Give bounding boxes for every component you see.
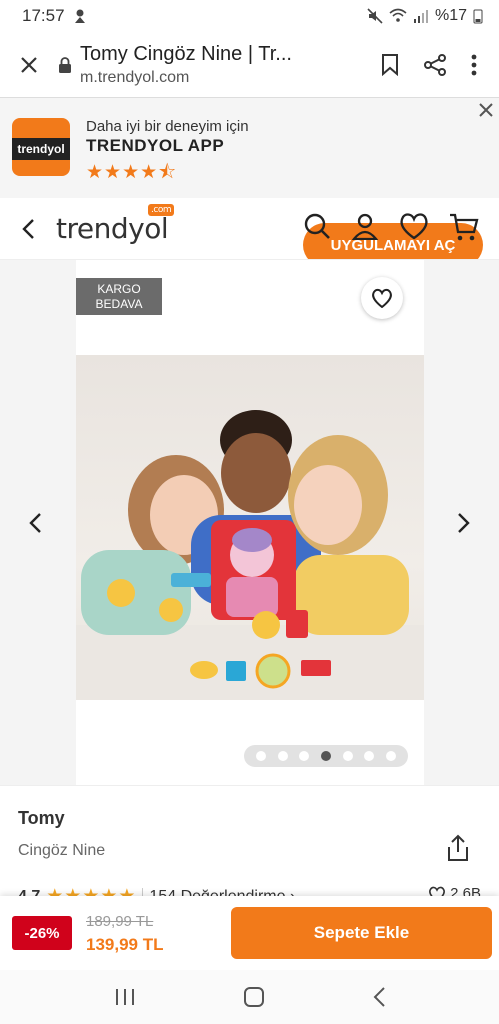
- back-nav-icon[interactable]: [372, 986, 386, 1008]
- address-bar[interactable]: Tomy Cingöz Nine | Tr... m.trendyol.com: [58, 43, 381, 87]
- previous-image-button[interactable]: [28, 512, 42, 539]
- search-icon[interactable]: [303, 212, 331, 240]
- product-brand[interactable]: Tomy: [18, 808, 65, 829]
- share-product-button[interactable]: [447, 834, 469, 867]
- signal-icon: [413, 10, 428, 23]
- battery-percent: %17: [434, 7, 467, 24]
- site-header: trendyol .com: [0, 198, 499, 260]
- wifi-icon: [389, 8, 407, 22]
- favorites-icon[interactable]: [399, 212, 429, 240]
- system-navigation-bar: [0, 970, 499, 1024]
- sale-price: 139,99 TL: [86, 935, 164, 954]
- app-install-banner: trendyol Daha iyi bir deneyim için TREND…: [0, 98, 499, 267]
- heart-icon: [372, 288, 392, 308]
- banner-rating-stars: ★★★★⯪: [86, 162, 178, 183]
- next-image-button[interactable]: [457, 512, 471, 539]
- chevron-left-icon: [22, 218, 34, 239]
- pagination-dot[interactable]: [277, 751, 288, 761]
- banner-subtitle: Daha iyi bir deneyim için: [86, 118, 249, 135]
- recent-apps-icon[interactable]: [114, 988, 136, 1006]
- lock-icon: [59, 56, 71, 73]
- status-time: 17:57: [22, 6, 65, 25]
- account-icon[interactable]: [351, 212, 379, 240]
- pagination-dot[interactable]: [320, 751, 331, 761]
- banner-close-icon[interactable]: [479, 100, 493, 123]
- product-image-frame: [76, 260, 424, 785]
- app-icon: trendyol: [12, 118, 70, 176]
- original-price: 189,99 TL: [86, 913, 154, 930]
- bookmark-icon[interactable]: [381, 53, 399, 76]
- notification-icon: [74, 9, 85, 23]
- close-icon: [21, 56, 37, 73]
- product-info: Tomy Cingöz Nine 4.7 ★★★★★ 154 Değerlend…: [0, 785, 499, 907]
- mute-icon: [367, 8, 383, 24]
- page-title: Tomy Cingöz Nine | Tr...: [80, 42, 292, 65]
- product-image: [76, 355, 424, 700]
- home-icon[interactable]: [243, 986, 265, 1008]
- pagination-dot[interactable]: [299, 751, 310, 761]
- chevron-right-icon: [458, 513, 470, 533]
- product-photo-illustration: [76, 410, 424, 700]
- page-url: m.trendyol.com: [80, 68, 190, 86]
- pagination-dot[interactable]: [364, 751, 375, 761]
- trendyol-logo[interactable]: trendyol .com: [56, 204, 175, 245]
- share-icon[interactable]: [423, 53, 447, 77]
- more-options-icon[interactable]: [471, 54, 477, 76]
- favorite-button[interactable]: [361, 277, 403, 319]
- share-icon: [448, 834, 468, 861]
- discount-badge: -26%: [12, 916, 72, 950]
- image-pagination-dots: [244, 745, 408, 767]
- status-bar: 17:57 %17: [0, 0, 499, 32]
- banner-title: TRENDYOL APP: [86, 136, 225, 155]
- cart-icon[interactable]: [449, 212, 479, 242]
- battery-icon: [473, 9, 483, 24]
- close-tab-button[interactable]: [0, 55, 58, 75]
- pagination-dot[interactable]: [386, 751, 397, 761]
- free-shipping-badge: KARGO BEDAVA: [76, 278, 162, 315]
- purchase-bar: -26% 189,99 TL 139,99 TL Sepete Ekle: [0, 896, 499, 970]
- back-button[interactable]: [0, 218, 56, 240]
- pagination-dot[interactable]: [255, 751, 266, 761]
- product-gallery[interactable]: KARGO BEDAVA: [0, 260, 499, 785]
- chevron-left-icon: [29, 513, 41, 533]
- pagination-dot[interactable]: [342, 751, 353, 761]
- add-to-cart-button[interactable]: Sepete Ekle: [231, 907, 492, 959]
- product-name: Cingöz Nine: [18, 842, 106, 859]
- browser-toolbar: Tomy Cingöz Nine | Tr... m.trendyol.com: [0, 32, 499, 98]
